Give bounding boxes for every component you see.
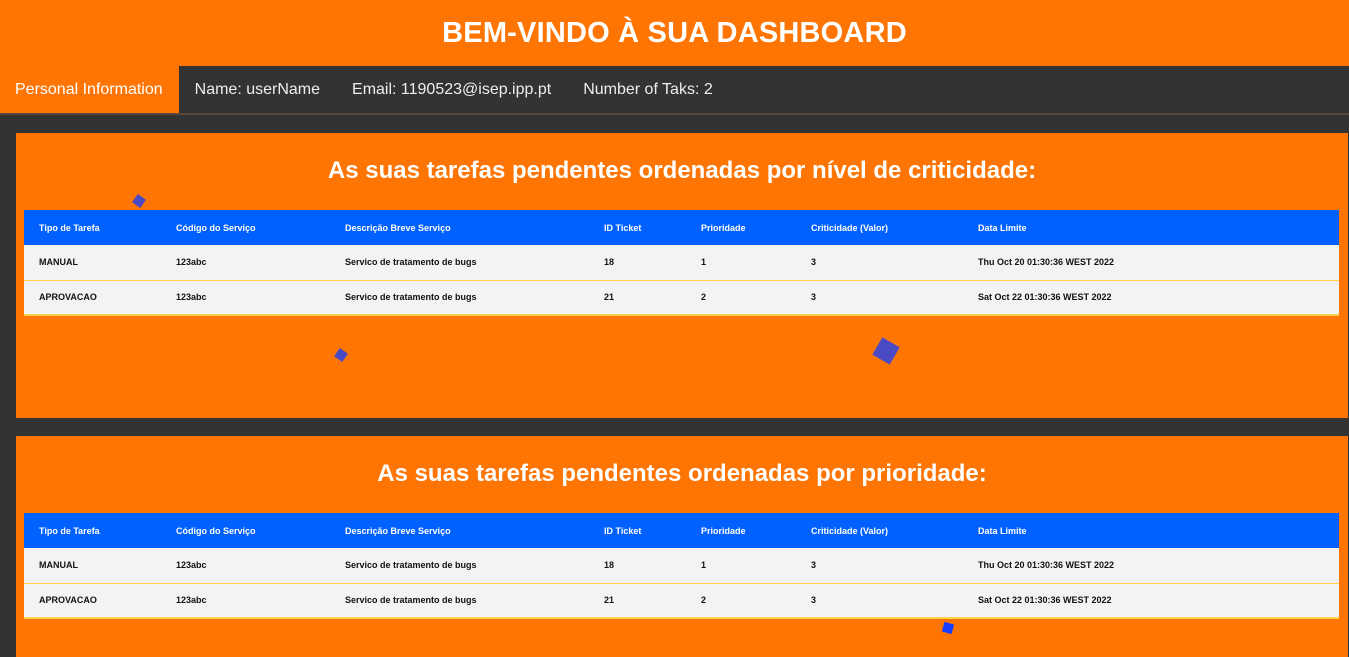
cell-priority: 2 bbox=[701, 595, 707, 606]
column-header: Criticidade (Valor) bbox=[811, 222, 889, 233]
criticality-panel-title: As suas tarefas pendentes ordenadas por … bbox=[327, 157, 1037, 184]
cell-criticality: 3 bbox=[811, 595, 817, 606]
cell-deadline: Thu Oct 20 01:30:36 WEST 2022 bbox=[978, 560, 1115, 571]
column-header: Tipo de Tarefa bbox=[39, 222, 100, 233]
page-title: BEM-VINDO À SUA DASHBOARD bbox=[442, 16, 907, 49]
column-header: Prioridade bbox=[701, 525, 746, 536]
cell-ticket-id: 18 bbox=[604, 560, 615, 571]
cell-service-description: Servico de tratamento de bugs bbox=[345, 595, 477, 606]
top-navbar: Personal Information Name: userName Emai… bbox=[0, 66, 1349, 115]
column-header: Descrição Breve Serviço bbox=[345, 525, 451, 536]
cell-ticket-id: 21 bbox=[604, 292, 615, 303]
priority-tasks-table: Tipo de Tarefa Código do Serviço Descriç… bbox=[24, 513, 1339, 619]
table-header-row: Tipo de Tarefa Código do Serviço Descriç… bbox=[24, 210, 1339, 245]
cell-service-code: 123abc bbox=[176, 595, 207, 606]
cell-task-type: MANUAL bbox=[39, 257, 78, 268]
column-header: Criticidade (Valor) bbox=[811, 525, 889, 536]
criticality-tasks-panel: As suas tarefas pendentes ordenadas por … bbox=[16, 133, 1348, 418]
column-header: Data Limite bbox=[978, 525, 1027, 536]
column-header: Data Limite bbox=[978, 222, 1027, 233]
cell-service-code: 123abc bbox=[176, 292, 207, 303]
cell-deadline: Sat Oct 22 01:30:36 WEST 2022 bbox=[978, 292, 1112, 303]
cell-service-description: Servico de tratamento de bugs bbox=[345, 292, 477, 303]
cell-service-description: Servico de tratamento de bugs bbox=[345, 257, 477, 268]
column-header: Código do Serviço bbox=[176, 222, 256, 233]
cell-priority: 1 bbox=[701, 560, 707, 571]
column-header: ID Ticket bbox=[604, 222, 642, 233]
dashboard-header: BEM-VINDO À SUA DASHBOARD bbox=[0, 0, 1349, 66]
column-header: Tipo de Tarefa bbox=[39, 525, 100, 536]
cell-deadline: Sat Oct 22 01:30:36 WEST 2022 bbox=[978, 595, 1112, 606]
criticality-tasks-table: Tipo de Tarefa Código do Serviço Descriç… bbox=[24, 210, 1339, 316]
cell-priority: 2 bbox=[701, 292, 707, 303]
cell-task-type: APROVACAO bbox=[39, 595, 97, 606]
column-header: Descrição Breve Serviço bbox=[345, 222, 451, 233]
cell-ticket-id: 21 bbox=[604, 595, 615, 606]
column-header: Prioridade bbox=[701, 222, 746, 233]
cell-deadline: Thu Oct 20 01:30:36 WEST 2022 bbox=[978, 257, 1115, 268]
nav-user-email: Email: 1190523@isep.ipp.pt bbox=[352, 80, 552, 98]
column-header: ID Ticket bbox=[604, 525, 642, 536]
cell-ticket-id: 18 bbox=[604, 257, 615, 268]
cell-service-description: Servico de tratamento de bugs bbox=[345, 560, 477, 571]
cell-task-type: APROVACAO bbox=[39, 292, 97, 303]
cell-service-code: 123abc bbox=[176, 560, 207, 571]
table-row: MANUAL 123abc Servico de tratamento de b… bbox=[24, 548, 1339, 583]
cell-criticality: 3 bbox=[811, 292, 817, 303]
nav-task-count: Number of Taks: 2 bbox=[583, 80, 713, 98]
column-header: Código do Serviço bbox=[176, 525, 256, 536]
cell-service-code: 123abc bbox=[176, 257, 207, 268]
cell-task-type: MANUAL bbox=[39, 560, 78, 571]
table-row: APROVACAO 123abc Servico de tratamento d… bbox=[24, 280, 1339, 315]
priority-panel-title: As suas tarefas pendentes ordenadas por … bbox=[377, 460, 987, 487]
table-header-row: Tipo de Tarefa Código do Serviço Descriç… bbox=[24, 513, 1339, 548]
cell-priority: 1 bbox=[701, 257, 707, 268]
cell-criticality: 3 bbox=[811, 560, 817, 571]
priority-tasks-panel: As suas tarefas pendentes ordenadas por … bbox=[16, 436, 1348, 657]
table-row: APROVACAO 123abc Servico de tratamento d… bbox=[24, 583, 1339, 618]
cell-criticality: 3 bbox=[811, 257, 817, 268]
table-row: MANUAL 123abc Servico de tratamento de b… bbox=[24, 245, 1339, 280]
nav-user-name: Name: userName bbox=[194, 80, 321, 98]
nav-personal-information[interactable]: Personal Information bbox=[0, 66, 179, 113]
